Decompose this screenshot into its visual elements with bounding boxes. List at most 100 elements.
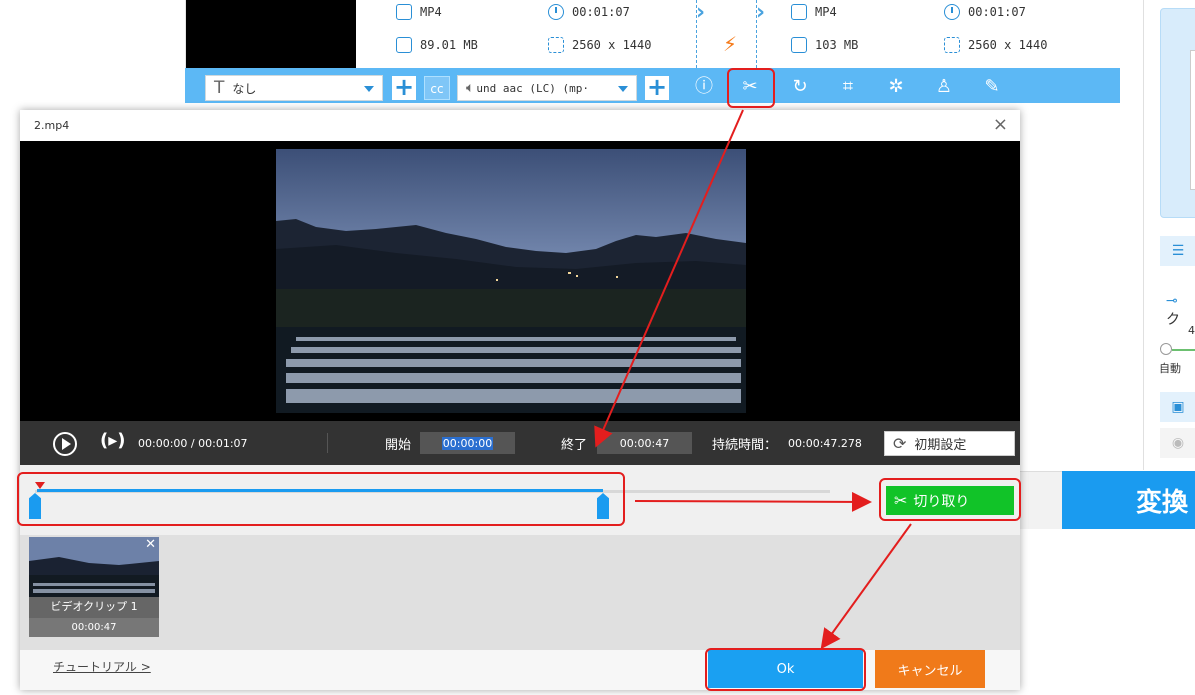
clip-item[interactable]: ✕ ビデオクリップ 1 00:00:47 [29,537,159,637]
ok-button[interactable]: Ok [708,650,863,688]
source-format-text: MP4 [420,5,442,19]
screenshot-root: MP4 00:01:07 89.01 MB 2560 x 1440 › › ⚡ … [0,0,1195,695]
tutorial-link[interactable]: チュートリアル > [53,658,151,675]
total-time: 00:01:07 [198,437,248,450]
file-row: MP4 00:01:07 89.01 MB 2560 x 1440 › › ⚡ … [185,0,1120,68]
output-format-text: MP4 [815,5,837,19]
cut-button[interactable]: ✂ 切り取り [886,486,1014,515]
info-icon[interactable]: ⓘ [692,75,716,99]
source-size: 89.01 MB [396,37,478,53]
refresh-icon: ⟳ [893,434,907,453]
chevron-right-icon: › [696,0,706,25]
ok-button-label: Ok [776,661,795,677]
slider-thumb[interactable] [1160,343,1172,355]
clip-thumbnail-image [29,537,159,597]
panel-scrollbar[interactable] [1190,50,1195,190]
source-duration-text: 00:01:07 [572,5,630,19]
start-label: 開始 [385,438,412,453]
cpu-chip-icon[interactable]: ▣ [1160,392,1195,422]
time-separator: / [190,437,195,450]
right-settings-panel: ☰ ⊸ ク 48 自動 ▣ ◉ [1143,0,1195,470]
source-resolution-text: 2560 x 1440 [572,38,652,52]
convert-button[interactable]: 変換 [1062,471,1195,529]
text-icon: T [214,78,225,98]
output-duration-text: 00:01:07 [968,5,1026,19]
clip-duration: 00:00:47 [29,618,159,637]
clips-list: ✕ ビデオクリップ 1 00:00:47 [20,535,1020,650]
clock-icon [944,4,960,20]
crop-icon[interactable]: ⌗ [836,75,860,99]
reset-button[interactable]: ⟳ 初期設定 [884,431,1015,456]
auto-label: 自動 [1159,362,1181,375]
source-resolution: 2560 x 1440 [548,37,651,53]
output-size: 103 MB [791,37,858,53]
trim-dialog: 2.mp4 × (▸) 00:00:00 / 00:01:07 開始 00:00… [20,110,1020,690]
playback-controls: (▸) 00:00:00 / 00:01:07 開始 00:00:00 終了 0… [20,421,1020,465]
audio-select[interactable]: 🔈︎ und aac (LC) (mp· [457,75,637,101]
audio-select-value: und aac (LC) (mp· [476,81,589,95]
cut-button-label: 切り取り [913,493,970,510]
start-time-value: 00:00:00 [441,436,494,450]
duration-label: 持続時間： [712,438,778,453]
cancel-button[interactable]: キャンセル [875,650,985,688]
reset-button-label: 初期設定 [914,438,967,453]
remove-clip-icon[interactable]: ✕ [145,537,156,552]
timeline-selection [37,489,603,492]
time-readout: 00:00:00 / 00:01:07 [138,437,248,450]
playhead-marker[interactable] [35,482,45,489]
output-format: MP4 [791,4,837,20]
trim-end-handle[interactable] [597,493,609,519]
watermark-stamp-icon[interactable]: ♙ [932,75,956,99]
resolution-icon [944,37,960,53]
scissors-icon: ✂ [894,491,908,510]
current-time: 00:00:00 [138,437,188,450]
end-time-field[interactable]: 00:00:47 [597,432,692,454]
clip-thumbnail [29,537,159,597]
cancel-button-label: キャンセル [897,663,963,679]
cc-subtitle-button[interactable]: cc [424,76,450,100]
conversion-divider [756,0,757,68]
clip-name: ビデオクリップ 1 [50,600,138,613]
source-duration: 00:01:07 [548,4,630,20]
start-time-field[interactable]: 00:00:00 [420,432,515,454]
slider-value: 48 [1188,324,1195,337]
play-button[interactable] [53,432,77,456]
eye-icon[interactable]: ◉ [1160,428,1195,458]
close-icon[interactable]: × [993,116,1008,134]
source-size-text: 89.01 MB [420,38,478,52]
rotate-icon[interactable]: ↻ [788,75,812,99]
step-forward-icon[interactable]: (▸) [100,430,126,451]
edit-toolbar: T なし + cc 🔈︎ und aac (LC) (mp· + ⓘ ✂ ↻ ⌗… [185,68,1120,103]
convert-button-label: 変換 [1136,487,1189,518]
file-size-icon [396,37,412,53]
end-label: 終了 [561,438,588,453]
output-resolution-text: 2560 x 1440 [968,38,1048,52]
file-size-icon [791,37,807,53]
dialog-footer: チュートリアル > Ok キャンセル [20,650,1020,690]
bottom-bar [1020,471,1062,529]
add-audio-button[interactable]: + [645,75,669,100]
video-frame [276,149,746,413]
chevron-down-icon [618,86,628,92]
file-thumbnail[interactable] [186,0,356,68]
chevron-down-icon [364,86,374,92]
video-file-icon [791,4,807,20]
settings-list-icon[interactable]: ☰ [1160,236,1195,266]
effects-wand-icon[interactable]: ✲ [884,75,908,99]
add-subtitle-button[interactable]: + [392,75,416,100]
output-duration: 00:01:07 [944,4,1026,20]
duration-value: 00:00:47.278 [788,437,862,450]
scissors-icon[interactable]: ✂ [738,75,762,99]
clock-icon [548,4,564,20]
controls-divider [327,433,328,453]
edit-icon[interactable]: ✎ [980,75,1004,99]
output-resolution: 2560 x 1440 [944,37,1047,53]
slider-track[interactable] [1172,349,1195,351]
dialog-title: 2.mp4 [34,119,70,132]
end-time-value: 00:00:47 [619,436,670,450]
video-preview [20,141,1020,421]
output-size-text: 103 MB [815,38,859,52]
subtitle-select[interactable]: T なし [205,75,383,101]
trim-start-handle[interactable] [29,493,41,519]
lightning-icon[interactable]: ⚡ [723,32,737,56]
